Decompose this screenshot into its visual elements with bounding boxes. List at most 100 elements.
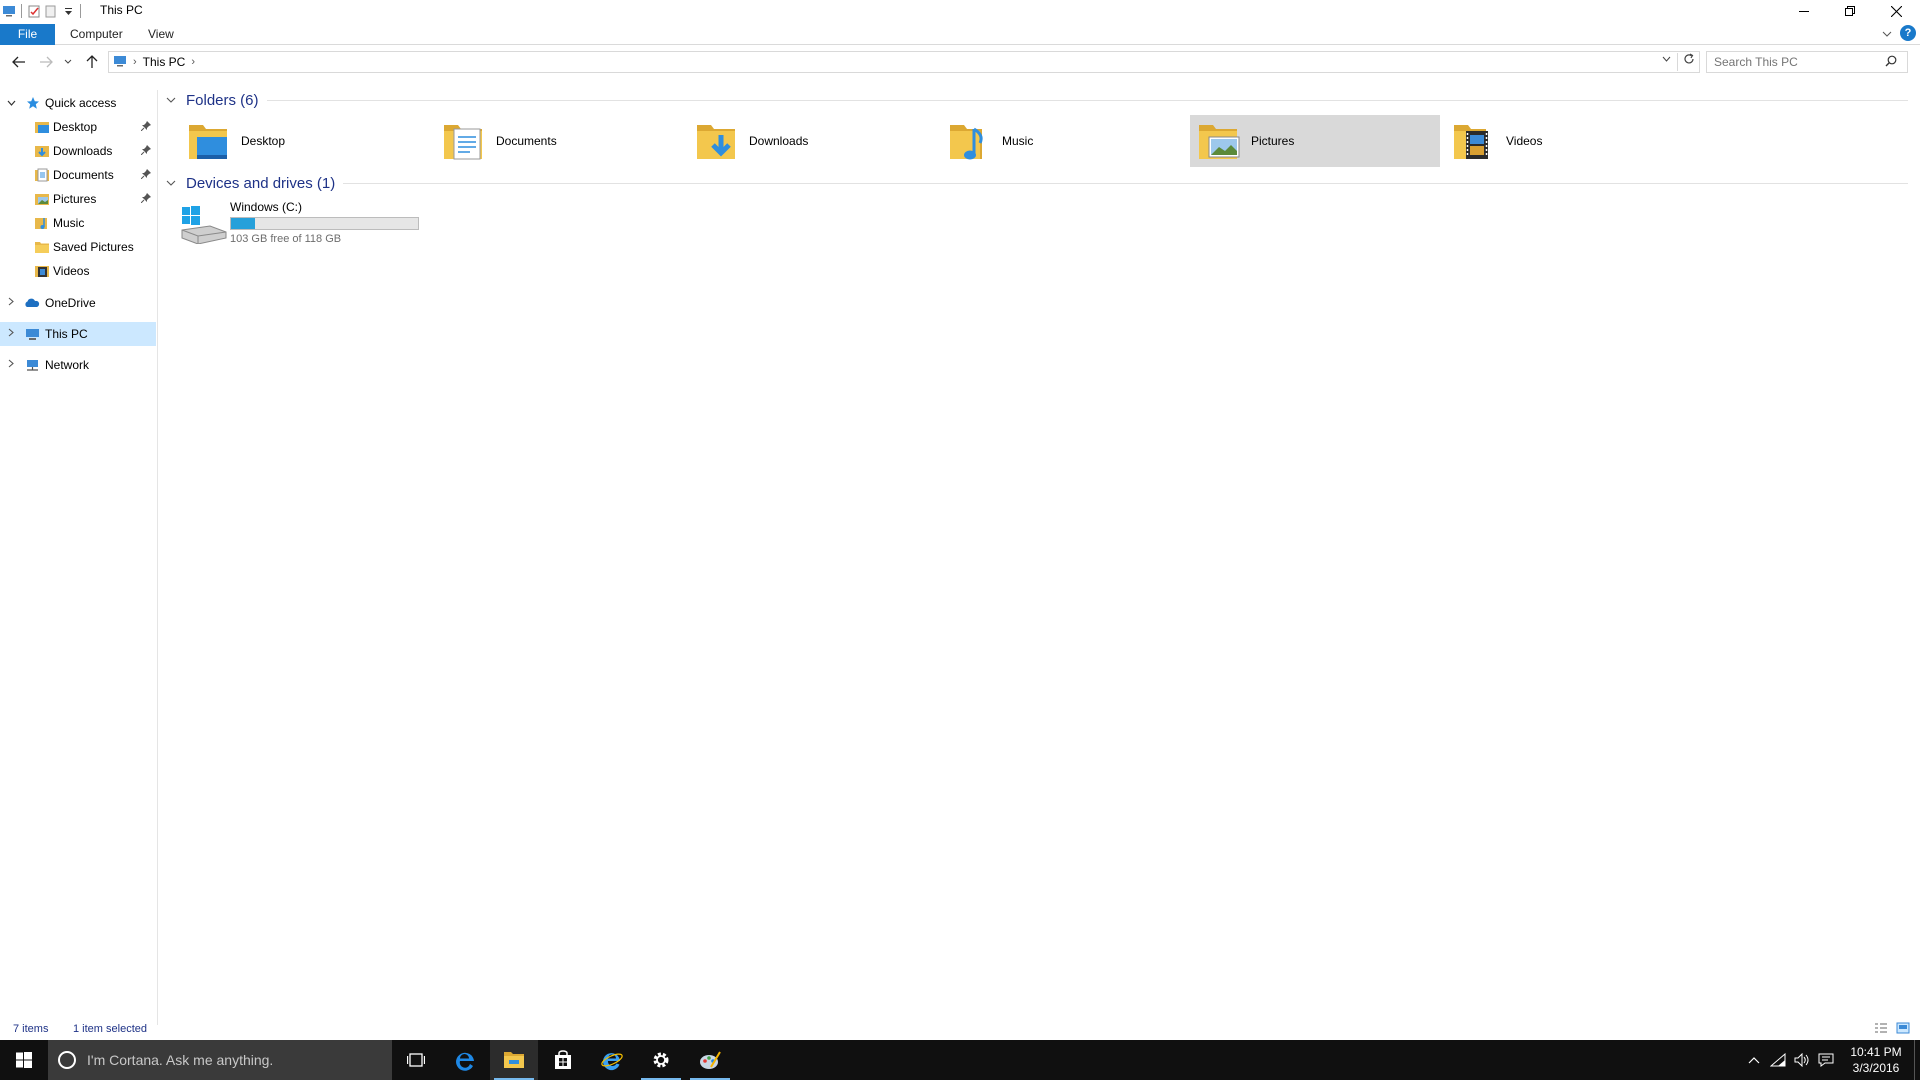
paint-app-icon[interactable] (686, 1040, 734, 1080)
pictures-folder-icon (34, 191, 50, 207)
folders-group-header[interactable]: Folders (6) (166, 90, 1908, 110)
clock-date: 3/3/2016 (1852, 1061, 1900, 1075)
show-desktop-button[interactable] (1914, 1040, 1920, 1080)
search-input[interactable] (1706, 51, 1908, 73)
breadcrumb-separator-icon[interactable]: › (191, 56, 195, 68)
nav-label: Pictures (53, 192, 97, 206)
file-explorer-taskbar-icon[interactable] (490, 1040, 538, 1080)
content-area: Folders (6) Desktop Documents Downloads … (160, 90, 1920, 1025)
cortana-search-box[interactable]: I'm Cortana. Ask me anything. (48, 1040, 392, 1080)
music-folder-icon (34, 215, 50, 231)
videos-folder-icon (34, 263, 50, 279)
breadcrumb-this-pc[interactable]: This PC (143, 55, 186, 69)
nav-quick-access[interactable]: Quick access (0, 92, 156, 114)
store-icon[interactable] (539, 1040, 587, 1080)
nav-this-pc[interactable]: This PC (0, 322, 156, 346)
folder-label: Downloads (749, 134, 809, 148)
nav-item-downloads[interactable]: Downloads (0, 140, 156, 162)
expand-chevron-icon[interactable] (6, 297, 16, 309)
folder-tile-pictures[interactable]: Pictures (1190, 115, 1440, 167)
recent-locations-button[interactable] (62, 52, 74, 72)
up-button[interactable] (82, 52, 102, 72)
close-button[interactable] (1873, 0, 1919, 22)
show-hidden-icons-icon[interactable] (1742, 1056, 1766, 1064)
address-history-icon[interactable] (1662, 54, 1671, 65)
nav-item-videos[interactable]: Videos (0, 260, 156, 282)
clock-time: 10:41 PM (1850, 1045, 1902, 1059)
pin-icon[interactable] (140, 120, 151, 134)
network-icon (24, 357, 40, 373)
start-button[interactable] (0, 1040, 48, 1080)
back-button[interactable] (9, 52, 29, 72)
expand-chevron-icon[interactable] (6, 328, 16, 340)
task-view-button[interactable] (392, 1040, 440, 1080)
nav-item-music[interactable]: Music (0, 212, 156, 234)
navigation-bar: › This PC › (0, 48, 1920, 76)
new-folder-icon[interactable] (44, 4, 58, 18)
pin-icon[interactable] (140, 144, 151, 158)
minimize-button[interactable] (1781, 0, 1827, 22)
nav-network[interactable]: Network (0, 354, 156, 376)
edge-browser-icon[interactable] (441, 1040, 489, 1080)
folder-tile-music[interactable]: Music (941, 115, 1191, 167)
nav-onedrive[interactable]: OneDrive (0, 292, 156, 314)
nav-label: Saved Pictures (53, 240, 134, 254)
nav-item-documents[interactable]: Documents (0, 164, 156, 186)
folder-tile-videos[interactable]: Videos (1445, 115, 1695, 167)
help-icon[interactable]: ? (1900, 25, 1916, 41)
group-divider (343, 182, 1908, 184)
nav-item-pictures[interactable]: Pictures (0, 188, 156, 210)
tab-view[interactable]: View (136, 24, 186, 45)
folder-tile-downloads[interactable]: Downloads (688, 115, 938, 167)
windows-drive-icon (180, 204, 228, 245)
large-icons-view-icon[interactable] (1896, 1022, 1910, 1037)
folder-tile-desktop[interactable]: Desktop (180, 115, 430, 167)
pin-icon[interactable] (140, 168, 151, 182)
ribbon: File Computer View ? (0, 22, 1920, 45)
videos-folder-icon (1450, 117, 1498, 165)
collapse-chevron-icon[interactable] (166, 177, 178, 189)
tab-file[interactable]: File (0, 24, 55, 45)
volume-icon[interactable] (1790, 1053, 1814, 1067)
window-title: This PC (100, 3, 143, 17)
title-bar: This PC (0, 0, 1920, 22)
this-pc-app-icon[interactable] (2, 4, 16, 18)
drive-usage-fill (231, 218, 255, 229)
cortana-placeholder: I'm Cortana. Ask me anything. (87, 1052, 274, 1068)
breadcrumb-separator-icon[interactable]: › (133, 56, 137, 68)
devices-group-header[interactable]: Devices and drives (1) (166, 173, 1908, 193)
view-switcher (1874, 1022, 1910, 1037)
pin-icon[interactable] (140, 192, 151, 206)
collapse-chevron-icon[interactable] (166, 94, 178, 106)
tab-computer[interactable]: Computer (58, 24, 135, 45)
navigation-pane: Quick access Desktop Downloads Documents (0, 90, 158, 1025)
network-status-icon[interactable] (1766, 1053, 1790, 1067)
nav-item-desktop[interactable]: Desktop (0, 116, 156, 138)
group-title: Devices and drives (1) (186, 174, 336, 192)
folder-tile-documents[interactable]: Documents (435, 115, 685, 167)
drive-tile-c[interactable]: Windows (C:) 103 GB free of 118 GB (180, 200, 440, 246)
search-icon[interactable] (1885, 55, 1897, 70)
nav-label: Quick access (45, 96, 117, 110)
expand-chevron-icon[interactable] (6, 359, 16, 371)
expand-ribbon-icon[interactable] (1882, 26, 1892, 40)
internet-explorer-icon[interactable] (588, 1040, 636, 1080)
nav-item-saved-pictures[interactable]: Saved Pictures (0, 236, 156, 258)
forward-button[interactable] (36, 52, 56, 72)
settings-gear-icon[interactable] (637, 1040, 685, 1080)
group-title: Folders (6) (186, 91, 259, 109)
folder-label: Videos (1506, 134, 1543, 148)
nav-label: Desktop (53, 120, 98, 134)
address-bar[interactable]: › This PC › (108, 51, 1700, 73)
customize-toolbar-icon[interactable] (61, 4, 75, 18)
drive-usage-bar (230, 217, 419, 230)
details-view-icon[interactable] (1874, 1022, 1888, 1037)
restore-button[interactable] (1827, 0, 1873, 22)
refresh-icon[interactable] (1677, 53, 1695, 71)
collapse-chevron-icon[interactable] (6, 98, 16, 109)
nav-label: Documents (53, 168, 114, 182)
group-divider (266, 99, 1908, 101)
system-clock[interactable]: 10:41 PM 3/3/2016 (1842, 1044, 1910, 1076)
action-center-icon[interactable] (1814, 1053, 1838, 1067)
properties-icon[interactable] (27, 4, 41, 18)
